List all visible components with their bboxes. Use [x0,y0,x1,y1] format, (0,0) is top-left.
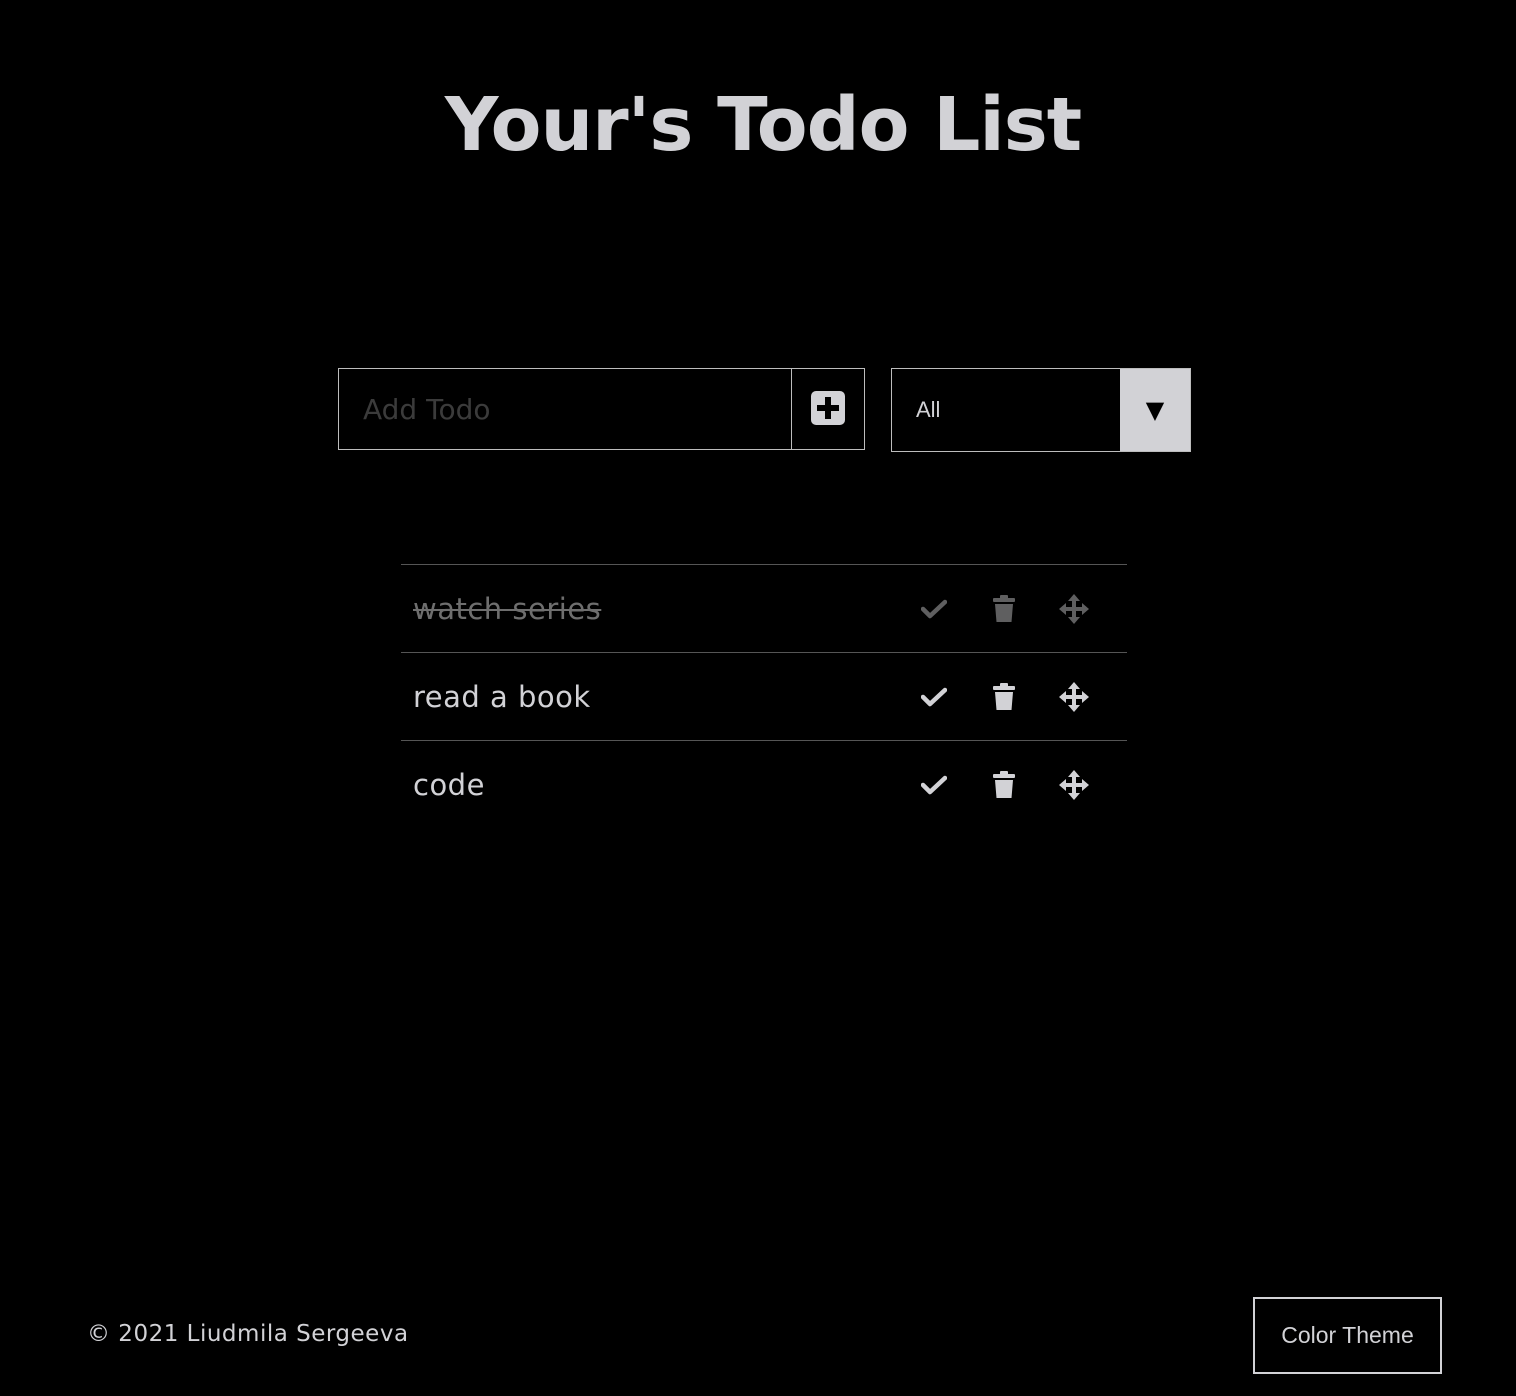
todo-text: read a book [413,679,591,714]
filter-selected-value: All [916,397,941,422]
check-icon [921,775,947,795]
add-todo-input[interactable] [339,369,791,449]
add-todo-form [338,368,865,450]
todo-actions [899,677,1109,717]
drag-button[interactable] [1039,765,1109,805]
todo-list: watch series read a book code [401,564,1127,828]
page-title: Your's Todo List [444,82,1082,168]
plus-square-icon [811,390,845,428]
check-icon [921,687,947,707]
todo-actions [899,589,1109,629]
trash-icon [993,594,1015,623]
move-icon [1059,593,1089,624]
check-icon [921,599,947,619]
move-icon [1059,681,1089,712]
todo-item: read a book [401,652,1127,740]
todo-app: Your's Todo List All ▼ watch series [0,0,1516,1396]
chevron-down-icon[interactable]: ▼ [1120,369,1190,451]
delete-button[interactable] [969,765,1039,805]
complete-button[interactable] [899,589,969,629]
drag-button[interactable] [1039,589,1109,629]
todo-text: code [413,767,485,802]
copyright-text: © 2021 Liudmila Sergeeva [87,1321,409,1347]
complete-button[interactable] [899,765,969,805]
delete-button[interactable] [969,589,1039,629]
todo-actions [899,765,1109,805]
delete-button[interactable] [969,677,1039,717]
complete-button[interactable] [899,677,969,717]
add-todo-button[interactable] [791,369,864,449]
todo-item: code [401,740,1127,828]
todo-text: watch series [413,591,602,626]
filter-select[interactable]: All ▼ [891,368,1191,452]
todo-item: watch series [401,564,1127,652]
color-theme-button[interactable]: Color Theme [1253,1297,1442,1374]
drag-button[interactable] [1039,677,1109,717]
trash-icon [993,770,1015,799]
move-icon [1059,769,1089,800]
trash-icon [993,682,1015,711]
